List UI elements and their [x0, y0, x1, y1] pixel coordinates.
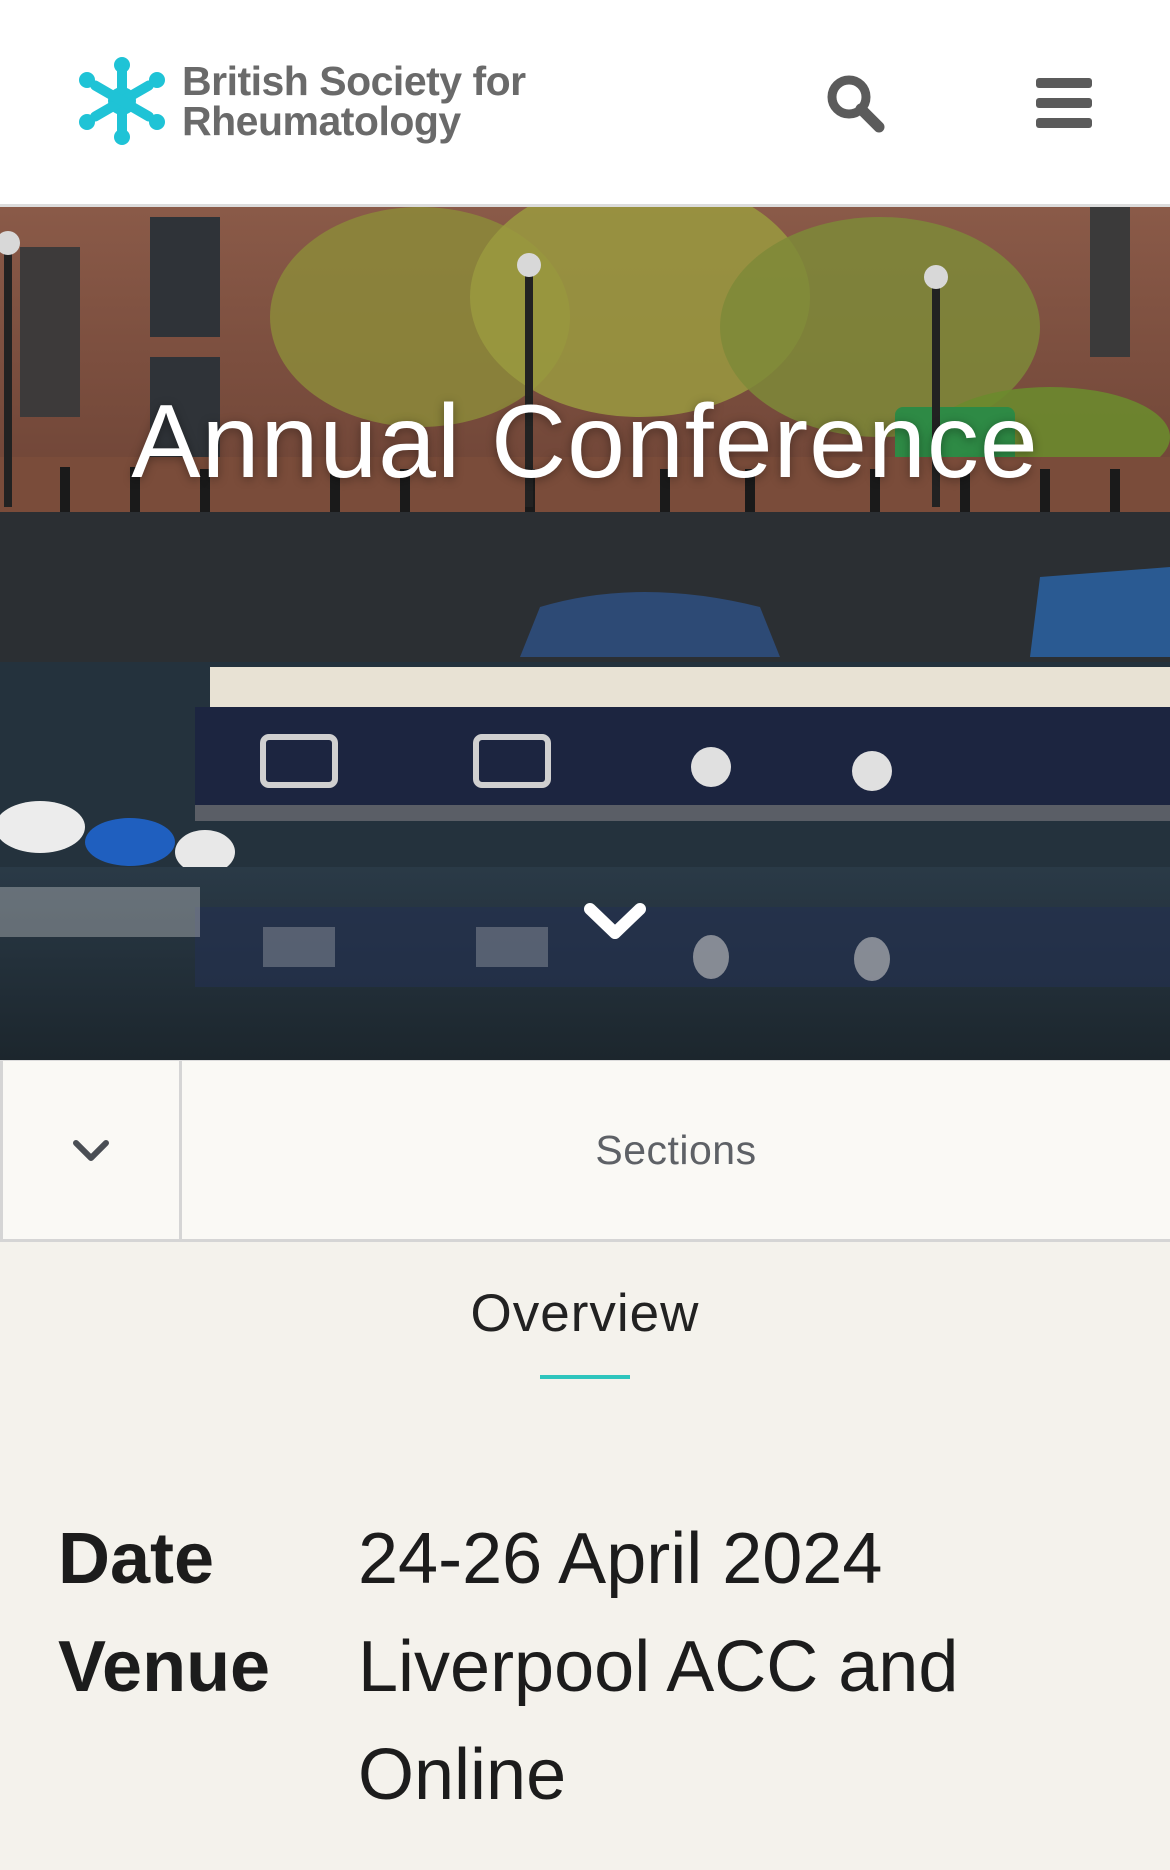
search-icon: [827, 75, 885, 133]
detail-label: Date: [58, 1519, 215, 1599]
page-title: Annual Conference: [131, 384, 1039, 500]
menu-button[interactable]: [1030, 72, 1098, 134]
hamburger-menu-icon: [1036, 78, 1092, 128]
detail-value-date: 24-26 April 2024: [358, 1519, 883, 1599]
bsr-logo[interactable]: British Society for Rheumatology: [78, 56, 526, 146]
event-details: Date 24-26 April 2024 Venue Liverpool AC…: [58, 1505, 1138, 1829]
logo-line-2: Rheumatology: [182, 98, 461, 144]
search-button[interactable]: [818, 66, 892, 140]
bsr-logo-mark-icon: [79, 57, 165, 145]
sections-toggle-button[interactable]: [0, 1061, 182, 1240]
chevron-down-icon[interactable]: [582, 897, 648, 947]
sections-nav: Sections: [0, 1060, 1170, 1242]
chevron-down-icon: [73, 1139, 109, 1161]
hero-banner: Annual Conference: [0, 207, 1170, 1060]
tab-active-indicator: [540, 1375, 630, 1379]
tab-overview[interactable]: Overview: [0, 1283, 1170, 1344]
site-header: British Society for Rheumatology: [0, 0, 1170, 207]
detail-row-venue: Venue Liverpool ACC and Online: [58, 1613, 1138, 1829]
detail-label: Venue: [58, 1627, 271, 1707]
detail-value-venue: Liverpool ACC and Online: [358, 1627, 959, 1815]
detail-row-date: Date 24-26 April 2024: [58, 1505, 1138, 1613]
bsr-logo-wordmark: British Society for Rheumatology: [182, 58, 526, 144]
sections-dropdown[interactable]: Sections: [182, 1061, 1170, 1240]
logo-line-1: British Society for: [182, 58, 526, 104]
